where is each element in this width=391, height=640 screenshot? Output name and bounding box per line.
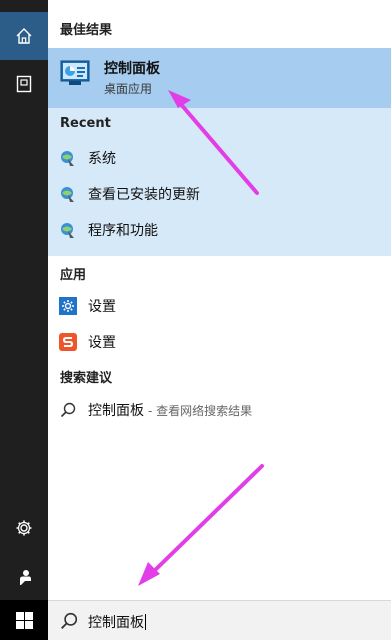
best-match-item[interactable]: 控制面板 桌面应用 — [48, 48, 391, 108]
best-match-title: 控制面板 — [104, 61, 160, 77]
control-panel-applet-icon — [48, 185, 88, 203]
home-icon — [16, 28, 32, 44]
suggestion-item[interactable]: 控制面板 - 查看网络搜索结果 — [48, 393, 391, 427]
document-icon — [16, 75, 32, 93]
documents-button[interactable] — [0, 60, 48, 108]
app-item[interactable]: 设置 — [48, 289, 391, 323]
suggestions-header: 搜索建议 — [60, 371, 113, 386]
recent-header: Recent — [60, 116, 111, 131]
start-menu-rail — [0, 0, 48, 640]
search-input[interactable]: 控制面板 — [88, 612, 146, 632]
recent-item[interactable]: 查看已安装的更新 — [48, 177, 391, 211]
recent-section: Recent 系统 查看已安装的更新 程序和功能 — [48, 108, 391, 256]
search-icon — [48, 402, 88, 418]
control-panel-applet-icon — [48, 149, 88, 167]
recent-item[interactable]: 系统 — [48, 141, 391, 175]
best-match-subtitle: 桌面应用 — [104, 82, 153, 96]
app-item-label: 设置 — [88, 335, 116, 351]
start-button[interactable] — [0, 600, 48, 640]
best-match-header: 最佳结果 — [60, 23, 113, 38]
gear-icon — [16, 520, 32, 536]
app-item-label: 设置 — [88, 299, 116, 315]
search-results-panel: 最佳结果 控制面板 桌面应用 Recent 系统 查看已安装的更新 程序和功能 … — [48, 0, 391, 600]
settings-button[interactable] — [0, 504, 48, 552]
sogou-s-icon — [48, 333, 88, 351]
suggestion-label: 控制面板 — [88, 403, 144, 419]
control-panel-icon — [60, 60, 90, 85]
recent-item[interactable]: 程序和功能 — [48, 213, 391, 247]
apps-header: 应用 — [60, 268, 87, 283]
home-button[interactable] — [0, 12, 48, 60]
recent-item-label: 系统 — [88, 151, 116, 167]
search-icon — [61, 612, 78, 629]
suggestion-hint: - 查看网络搜索结果 — [148, 403, 253, 418]
app-item[interactable]: 设置 — [48, 325, 391, 359]
feedback-button[interactable] — [0, 553, 48, 601]
feedback-icon — [20, 570, 31, 585]
recent-item-label: 程序和功能 — [88, 223, 158, 239]
control-panel-applet-icon — [48, 221, 88, 239]
search-box[interactable]: 控制面板 — [48, 600, 391, 640]
windows-logo-icon — [15, 611, 33, 629]
settings-gear-icon — [48, 297, 88, 315]
search-input-value: 控制面板 — [88, 615, 144, 631]
recent-item-label: 查看已安装的更新 — [88, 187, 200, 203]
text-caret — [145, 614, 146, 630]
